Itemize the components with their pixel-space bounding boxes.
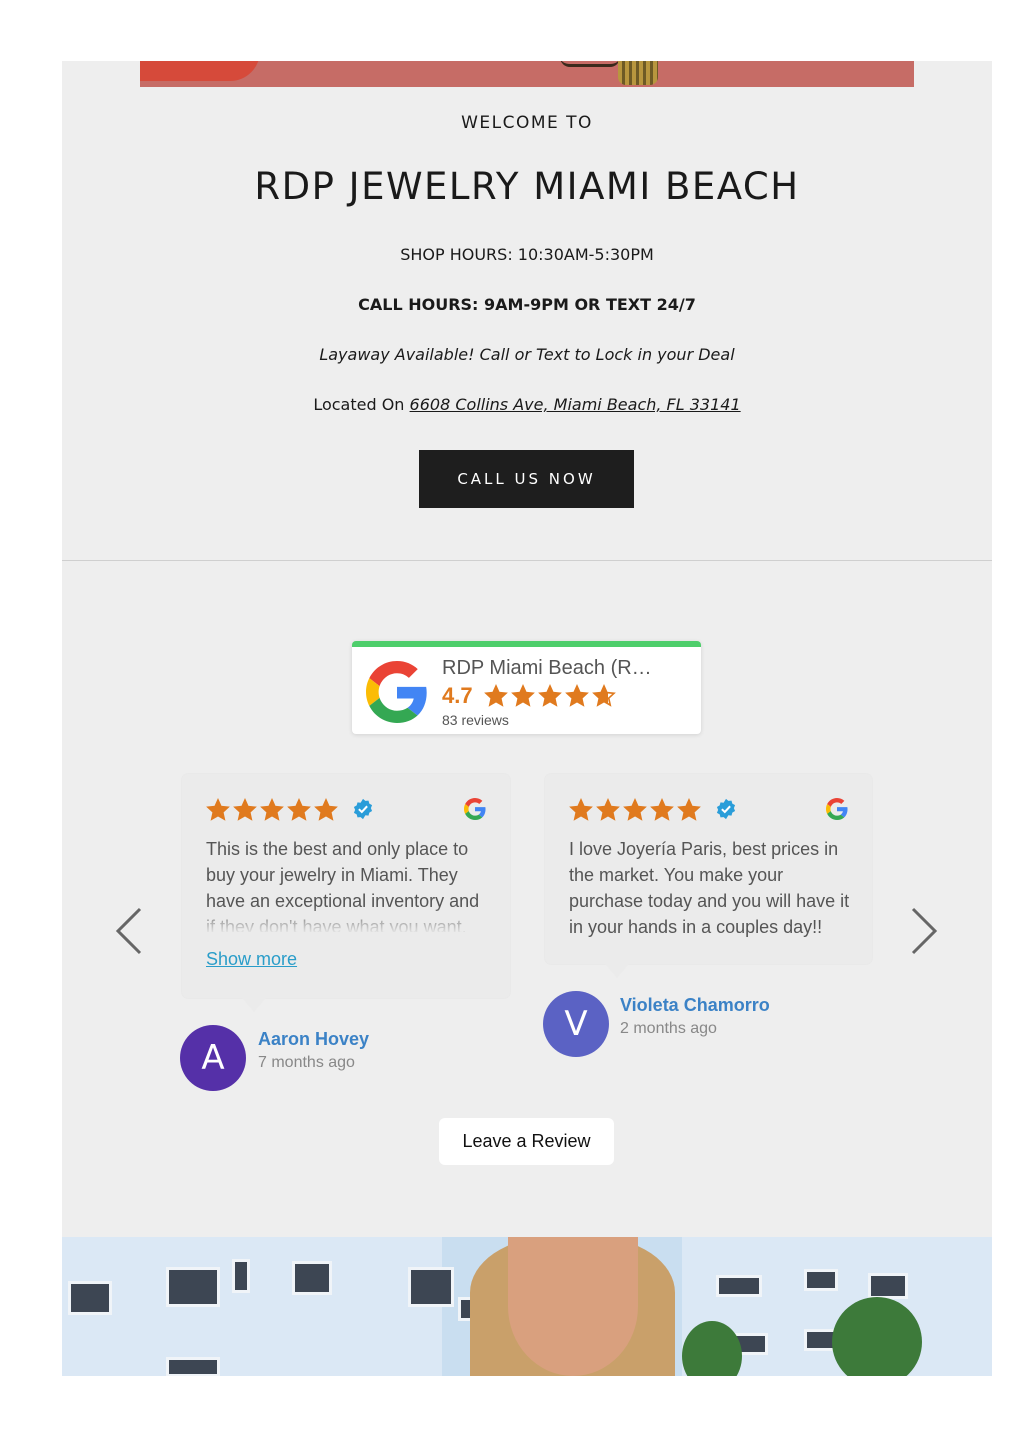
review-count: 83 reviews	[442, 712, 509, 728]
star-icon	[592, 684, 616, 707]
star-icon	[233, 798, 257, 821]
avatar: V	[543, 991, 609, 1057]
reviewer-name[interactable]: Aaron Hovey	[258, 1029, 369, 1050]
layaway-note: Layaway Available! Call or Text to Lock …	[319, 345, 735, 364]
review-card: This is the best and only place to buy y…	[182, 774, 510, 1012]
page-content: WELCOME TO RDP JEWELRY MIAMI BEACH SHOP …	[62, 61, 992, 1376]
star-icon	[596, 798, 620, 821]
star-icon	[484, 684, 508, 707]
shop-hours: SHOP HOURS: 10:30AM-5:30PM	[400, 245, 654, 264]
reviewer-name[interactable]: Violeta Chamorro	[620, 995, 770, 1016]
google-icon	[464, 798, 486, 820]
review-date: 7 months ago	[258, 1054, 355, 1071]
star-icon	[287, 798, 311, 821]
call-hours: CALL HOURS: 9AM-9PM OR TEXT 24/7	[358, 295, 696, 314]
leave-review-button[interactable]: Leave a Review	[439, 1118, 614, 1165]
star-icon	[260, 798, 284, 821]
review-date: 2 months ago	[620, 1020, 717, 1037]
star-icon	[511, 684, 535, 707]
address-link[interactable]: 6608 Collins Ave, Miami Beach, FL 33141	[410, 395, 741, 414]
rating-value: 4.7	[442, 683, 473, 708]
verified-badge-icon	[716, 798, 736, 820]
page-title: RDP JEWELRY MIAMI BEACH	[254, 165, 800, 208]
hero-banner-image	[140, 61, 914, 87]
storefront-photo	[62, 1237, 992, 1376]
review-stars	[206, 798, 338, 822]
show-more-link[interactable]: Show more	[206, 949, 297, 970]
welcome-label: WELCOME TO	[461, 113, 593, 133]
star-icon	[314, 798, 338, 821]
avatar: A	[180, 1025, 246, 1091]
location-prefix: Located On	[313, 395, 405, 414]
location-line: Located On 6608 Collins Ave, Miami Beach…	[62, 395, 992, 414]
star-icon	[677, 798, 701, 821]
star-icon	[623, 798, 647, 821]
google-rating-summary[interactable]: RDP Miami Beach (R… 4.7 83 reviews	[352, 641, 701, 734]
star-icon	[538, 684, 562, 707]
call-us-now-button[interactable]: CALL US NOW	[419, 450, 634, 508]
chevron-left-icon[interactable]	[114, 906, 144, 956]
star-icon	[650, 798, 674, 821]
business-name: RDP Miami Beach (R…	[442, 657, 652, 679]
star-icon	[569, 798, 593, 821]
chevron-right-icon[interactable]	[909, 906, 939, 956]
verified-badge-icon	[353, 798, 373, 820]
rating-stars	[484, 684, 616, 708]
review-stars	[569, 798, 701, 822]
star-icon	[206, 798, 230, 821]
star-icon	[565, 684, 589, 707]
review-text: I love Joyería Paris, best prices in the…	[569, 839, 850, 937]
google-icon	[826, 798, 848, 820]
review-card: I love Joyería Paris, best prices in the…	[545, 774, 872, 978]
google-logo-icon	[366, 661, 427, 723]
section-divider	[62, 560, 992, 561]
